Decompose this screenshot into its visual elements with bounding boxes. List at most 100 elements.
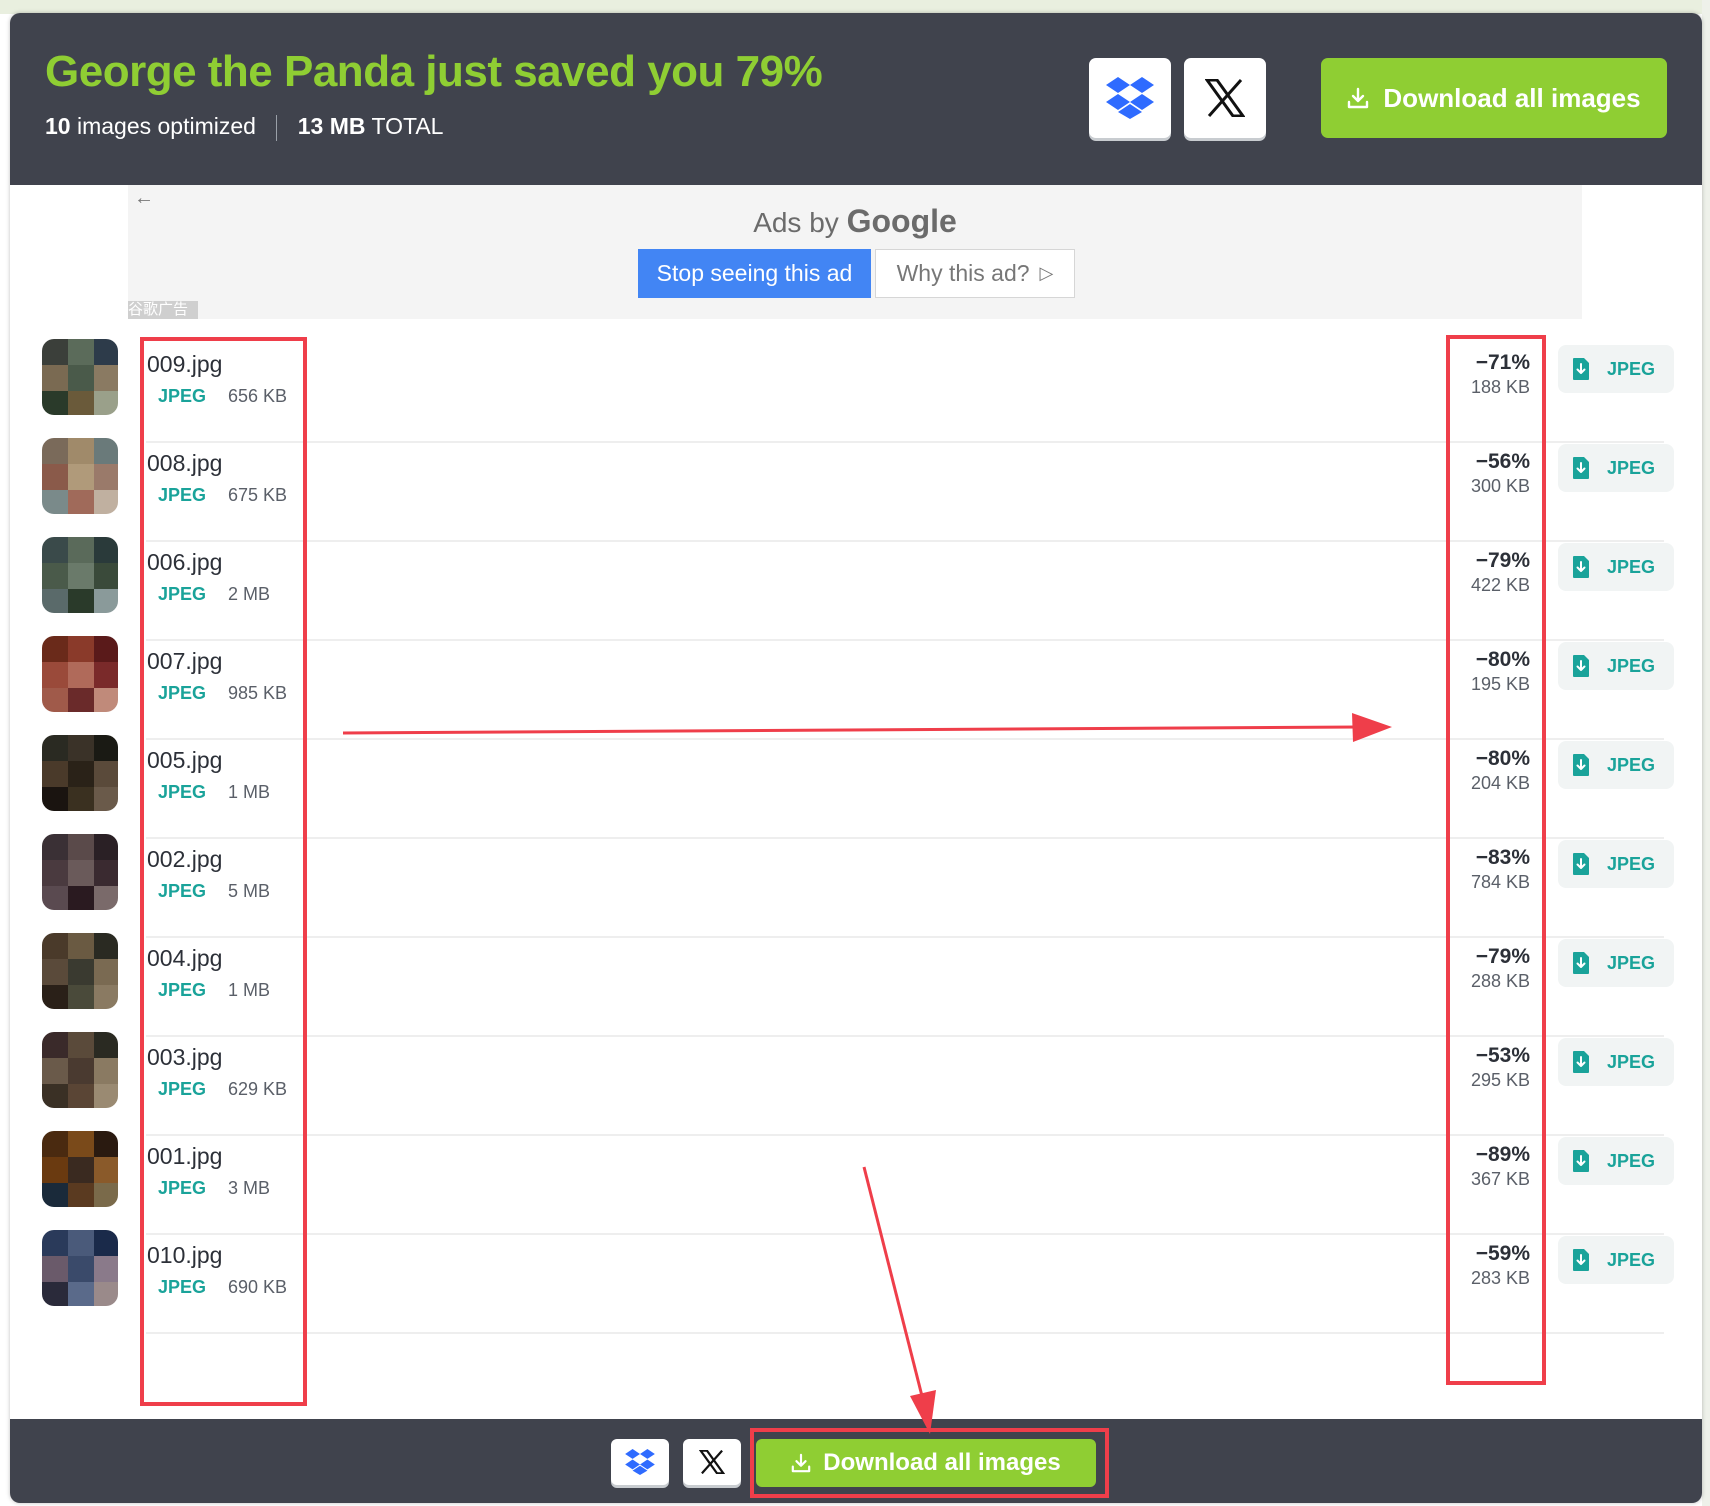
thumbnail-pixel — [42, 860, 68, 886]
thumbnail-pixel — [68, 860, 94, 886]
optimized-size: 283 KB — [1470, 1268, 1530, 1288]
optimized-size: 295 KB — [1470, 1070, 1530, 1090]
file-row: 009.jpg JPEG 656 KB −71% 188 KB JPEG — [10, 335, 1702, 443]
file-type-badge: JPEG — [158, 1178, 207, 1198]
optimized-size: 204 KB — [1470, 773, 1530, 793]
file-type-badge: JPEG — [158, 1079, 207, 1099]
thumbnail-pixel — [94, 787, 118, 811]
download-file-button[interactable]: JPEG — [1558, 642, 1674, 690]
thumbnail-pixel — [68, 1256, 94, 1282]
google-ad: ← Ads by Google Stop seeing this ad Why … — [128, 185, 1582, 319]
savings-percent: −79% — [1475, 945, 1530, 968]
thumbnail-pixel — [94, 1058, 118, 1084]
file-row: 005.jpg JPEG 1 MB −80% 204 KB JPEG — [10, 731, 1702, 839]
download-file-button[interactable]: JPEG — [1558, 939, 1674, 987]
footer-dropbox-button[interactable] — [611, 1439, 669, 1485]
thumbnail-pixel — [94, 1131, 118, 1157]
thumbnail-pixel — [68, 391, 94, 415]
savings-percent: −89% — [1475, 1143, 1530, 1166]
thumbnail-pixel — [68, 1282, 94, 1306]
image-thumbnail — [42, 735, 118, 811]
thumbnail-pixel — [68, 787, 94, 811]
why-this-ad-button[interactable]: Why this ad? ▷ — [875, 249, 1075, 298]
thumbnail-pixel — [94, 636, 118, 662]
google-wordmark: Google — [846, 203, 957, 239]
thumbnail-pixel — [94, 1157, 118, 1183]
thumbnail-pixel — [94, 834, 118, 860]
download-file-button[interactable]: JPEG — [1558, 543, 1674, 591]
download-format-label: JPEG — [1607, 358, 1656, 379]
thumbnail-pixel — [68, 1157, 94, 1183]
thumbnail-pixel — [42, 959, 68, 985]
summary-line: 10 images optimized 13 MB TOTAL — [45, 113, 443, 141]
thumbnail-pixel — [94, 1032, 118, 1058]
download-icon — [1348, 87, 1369, 109]
download-file-button[interactable]: JPEG — [1558, 1236, 1674, 1284]
image-thumbnail — [42, 1032, 118, 1108]
download-file-button[interactable]: JPEG — [1558, 444, 1674, 492]
download-file-button[interactable]: JPEG — [1558, 1038, 1674, 1086]
download-all-button[interactable]: Download all images — [1321, 58, 1667, 138]
stop-seeing-ad-button[interactable]: Stop seeing this ad — [638, 249, 871, 298]
thumbnail-pixel — [42, 761, 68, 787]
thumbnail-pixel — [94, 438, 118, 464]
thumbnail-pixel — [68, 589, 94, 613]
thumbnail-pixel — [42, 834, 68, 860]
file-row: 010.jpg JPEG 690 KB −59% 283 KB JPEG — [10, 1226, 1702, 1334]
original-size: 3 MB — [228, 1178, 271, 1198]
file-row: 007.jpg JPEG 985 KB −80% 195 KB JPEG — [10, 632, 1702, 740]
ad-badge: 谷歌广告 — [128, 301, 198, 319]
thumbnail-pixel — [68, 490, 94, 514]
thumbnail-pixel — [94, 860, 118, 886]
ads-by-google: Ads by Google — [128, 203, 1582, 240]
file-name: 002.jpg — [147, 846, 223, 872]
download-file-button[interactable]: JPEG — [1558, 741, 1674, 789]
thumbnail-pixel — [42, 1058, 68, 1084]
savings-percent: −71% — [1475, 351, 1530, 374]
file-name: 009.jpg — [147, 351, 223, 377]
file-name: 005.jpg — [147, 747, 223, 773]
thumbnail-pixel — [94, 933, 118, 959]
file-type-badge: JPEG — [158, 584, 207, 604]
file-type-badge: JPEG — [158, 485, 207, 505]
file-name: 001.jpg — [147, 1143, 223, 1169]
total-label: TOTAL — [371, 113, 444, 139]
footer-download-all-button[interactable]: Download all images — [756, 1439, 1096, 1487]
download-format-label: JPEG — [1607, 952, 1656, 973]
image-thumbnail — [42, 834, 118, 910]
savings-percent: −56% — [1475, 450, 1530, 473]
thumbnail-pixel — [68, 1032, 94, 1058]
thumbnail-pixel — [94, 464, 118, 490]
thumbnail-pixel — [94, 1084, 118, 1108]
file-row: 002.jpg JPEG 5 MB −83% 784 KB JPEG — [10, 830, 1702, 938]
thumbnail-pixel — [68, 339, 94, 365]
file-download-icon — [1573, 655, 1589, 677]
images-count: 10 — [45, 113, 71, 139]
file-name: 004.jpg — [147, 945, 223, 971]
thumbnail-pixel — [68, 563, 94, 589]
thumbnail-pixel — [42, 662, 68, 688]
file-row: 001.jpg JPEG 3 MB −89% 367 KB JPEG — [10, 1127, 1702, 1235]
download-file-button[interactable]: JPEG — [1558, 1137, 1674, 1185]
thumbnail-pixel — [94, 735, 118, 761]
original-size: 1 MB — [228, 782, 271, 802]
original-size: 2 MB — [228, 584, 271, 604]
thumbnail-pixel — [42, 985, 68, 1009]
ads-by-label: Ads by — [753, 207, 839, 238]
thumbnail-pixel — [94, 761, 118, 787]
save-to-dropbox-button[interactable] — [1089, 58, 1171, 138]
dropbox-icon — [625, 1449, 655, 1475]
thumbnail-pixel — [94, 1183, 118, 1207]
thumbnail-pixel — [42, 537, 68, 563]
download-file-button[interactable]: JPEG — [1558, 345, 1674, 393]
thumbnail-pixel — [94, 959, 118, 985]
thumbnail-pixel — [94, 563, 118, 589]
thumbnail-pixel — [94, 365, 118, 391]
footer-share-x-button[interactable] — [683, 1439, 741, 1485]
optimized-size: 422 KB — [1470, 575, 1530, 595]
share-on-x-button[interactable] — [1184, 58, 1266, 138]
file-download-icon — [1573, 556, 1589, 578]
download-file-button[interactable]: JPEG — [1558, 840, 1674, 888]
savings-title: George the Panda just saved you 79% — [45, 47, 823, 96]
file-download-icon — [1573, 1051, 1589, 1073]
